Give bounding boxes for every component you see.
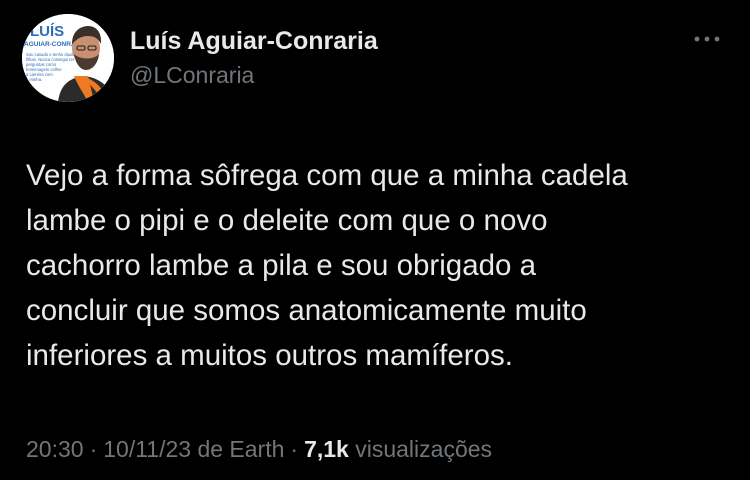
author-info[interactable]: Luís Aguiar-Conraria @LConraria (130, 26, 378, 90)
tweet-metadata: 20:30 · 10/11/23 de Earth · 7,1k visualizaçõ… (26, 434, 492, 464)
author-handle[interactable]: @LConraria (130, 60, 378, 90)
tweet-date-source[interactable]: 10/11/23 de Earth (103, 436, 284, 462)
avatar-title: LUÍS (30, 23, 64, 40)
avatar-blurb-6: a minha. (26, 77, 42, 82)
views-count[interactable]: 7,1k (304, 436, 349, 462)
more-options-button[interactable] (690, 28, 724, 50)
meta-separator: · (89, 436, 98, 462)
author-display-name[interactable]: Luís Aguiar-Conraria (130, 26, 378, 56)
avatar-image: LUÍS AGUIAR-CONRARIA Sou casado e tenho … (22, 14, 114, 102)
tweet-text-line: inferiores a muitos outros mamíferos. (26, 339, 513, 372)
tweet-text-line: lambe o pipi e o deleite com que o novo (26, 204, 548, 237)
ellipsis-icon (694, 36, 720, 42)
tweet: LUÍS AGUIAR-CONRARIA Sou casado e tenho … (0, 0, 750, 480)
meta-separator: · (290, 436, 299, 462)
views-label: visualizações (355, 436, 493, 462)
tweet-time[interactable]: 20:30 (26, 436, 84, 462)
tweet-text-line: cachorro lambe a pila e sou obrigado a (26, 249, 537, 282)
tweet-text-line: concluir que somos anatomicamente muito (26, 294, 587, 327)
tweet-text-line: Vejo a forma sôfrega com que a minha cad… (26, 159, 628, 192)
avatar[interactable]: LUÍS AGUIAR-CONRARIA Sou casado e tenho … (22, 14, 114, 102)
tweet-text: Vejo a forma sôfrega com que a minha cad… (26, 153, 726, 378)
